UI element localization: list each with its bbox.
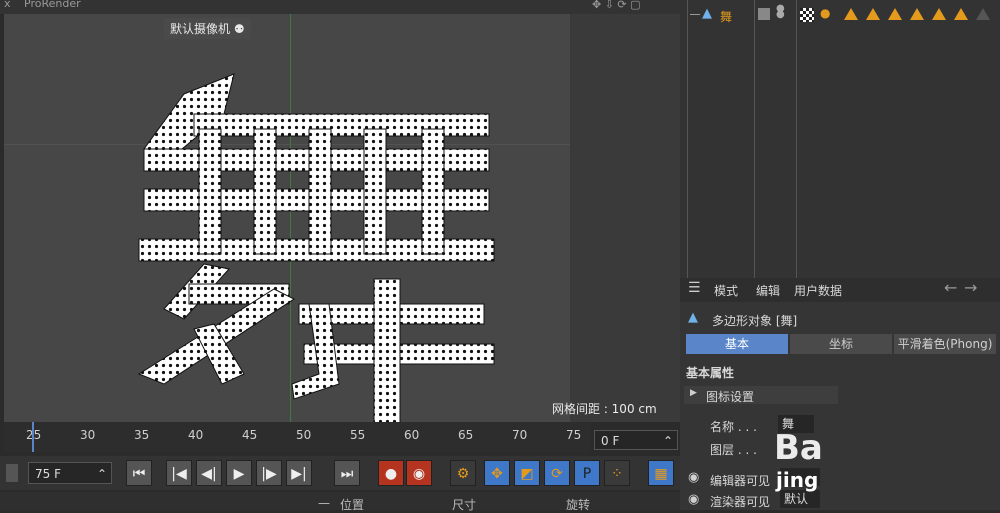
timeline-tick: 50: [296, 428, 312, 442]
material-tag-icon[interactable]: ●: [820, 6, 830, 20]
coordinate-manager-header: — 位置 尺寸 旋转: [0, 492, 680, 512]
autokey-button[interactable]: ◉: [406, 460, 432, 486]
timeline-tick: 75: [566, 428, 582, 442]
position-header: 位置: [340, 498, 365, 512]
render-visible-label: 渲染器可见: [710, 495, 771, 509]
menu-edit[interactable]: 编辑: [756, 282, 780, 299]
back-arrow-icon[interactable]: ←: [944, 278, 957, 297]
object-type-title: 多边形对象 [舞]: [712, 314, 798, 328]
timeline-handle[interactable]: [6, 464, 18, 482]
move-key-icon[interactable]: ✥: [484, 460, 510, 486]
record-button[interactable]: ●: [378, 460, 404, 486]
watermark-text: jing: [776, 468, 819, 492]
previous-frame-button[interactable]: ◀|: [196, 460, 222, 486]
attribute-menu-bar: ☰ 模式 编辑 用户数据 ← →: [680, 278, 1000, 302]
polygon-selection-tag-icon[interactable]: [844, 8, 858, 20]
end-frame-field[interactable]: 75 F ⌃: [28, 462, 112, 484]
name-label: 名称 . . .: [710, 420, 757, 434]
rotate-key-icon[interactable]: ⟳: [544, 460, 570, 486]
view-nav-icons[interactable]: ✥ ⇩ ⟳ ▢: [592, 0, 641, 11]
section-heading: 基本属性: [686, 366, 735, 380]
timeline-tick: 45: [242, 428, 258, 442]
polygon-selection-tag-icon[interactable]: [910, 8, 924, 20]
divider: [754, 0, 755, 278]
texture-tag-icon[interactable]: [800, 8, 814, 22]
playhead[interactable]: [32, 422, 34, 452]
viewport-header: x ProRender ✥ ⇩ ⟳ ▢: [0, 0, 680, 14]
divider: [687, 0, 688, 278]
tree-line: [690, 14, 700, 15]
camera-label[interactable]: 默认摄像机 ⚉: [164, 18, 251, 39]
icon-settings-label: 图标设置: [706, 390, 755, 404]
timeline-tick: 55: [350, 428, 366, 442]
polygon-selection-tag-icon[interactable]: [976, 8, 990, 20]
menu-user-data[interactable]: 用户数据: [794, 282, 842, 299]
dash-icon: —: [318, 496, 330, 510]
polygon-object-icon: ▲: [688, 310, 698, 325]
polygon-object-icon: ▲: [702, 6, 712, 21]
next-frame-button[interactable]: |▶: [256, 460, 282, 486]
grid-spacing-label: 网格间距 : 100 cm: [552, 402, 657, 416]
divider: [796, 0, 797, 278]
viewport-title: ProRender: [24, 0, 81, 10]
go-to-start-button[interactable]: ⏮: [126, 460, 152, 486]
close-icon[interactable]: x: [4, 0, 11, 10]
current-frame-field[interactable]: 0 F ⌃: [594, 430, 678, 450]
timeline-window-icon[interactable]: ▦: [648, 460, 674, 486]
timeline-tick: 35: [134, 428, 150, 442]
timeline-ruler[interactable]: 25 30 35 40 45 50 55 60 65 70 75: [4, 422, 590, 452]
object-manager: ▲ 舞 ● ● ●: [680, 0, 1000, 278]
rotation-header: 旋转: [566, 498, 591, 512]
radio-icon[interactable]: ◉: [688, 470, 699, 485]
tab-basic[interactable]: 基本: [686, 334, 788, 354]
timeline-tick: 30: [80, 428, 96, 442]
timeline-tick: 40: [188, 428, 204, 442]
editor-visible-label: 编辑器可见: [710, 474, 771, 488]
play-button[interactable]: ▶: [226, 460, 252, 486]
menu-mode[interactable]: 模式: [714, 282, 738, 299]
hamburger-icon[interactable]: ☰: [688, 280, 701, 296]
layer-label: 图层 . . .: [710, 443, 757, 457]
render-visible-select[interactable]: 默认: [780, 490, 820, 508]
object-name[interactable]: 舞: [720, 8, 732, 25]
size-header: 尺寸: [452, 498, 477, 512]
polygon-selection-tag-icon[interactable]: [888, 8, 902, 20]
polygon-selection-tag-icon[interactable]: [954, 8, 968, 20]
attribute-manager: ☰ 模式 编辑 用户数据 ← → ▲ 多边形对象 [舞] 基本 坐标 平滑着色(…: [680, 278, 1000, 510]
tab-coordinates[interactable]: 坐标: [790, 334, 892, 354]
viewport-background-region: [570, 14, 680, 422]
point-level-icon[interactable]: ⁘: [604, 460, 630, 486]
layer-icon[interactable]: [758, 8, 770, 20]
keyframe-selection-icon[interactable]: ⚙: [450, 460, 476, 486]
parameter-key-icon[interactable]: P: [574, 460, 600, 486]
previous-key-button[interactable]: |◀: [166, 460, 192, 486]
polygon-selection-tag-icon[interactable]: [866, 8, 880, 20]
timeline-tick: 65: [458, 428, 474, 442]
next-key-button[interactable]: ▶|: [286, 460, 312, 486]
dotted-text-object[interactable]: [104, 54, 524, 422]
watermark-logo: Ba: [774, 428, 823, 468]
icon-settings-row[interactable]: ▶ 图标设置: [684, 386, 838, 404]
expand-arrow-icon: ▶: [690, 388, 697, 398]
forward-arrow-icon[interactable]: →: [964, 278, 977, 297]
tab-phong[interactable]: 平滑着色(Phong): [894, 334, 996, 354]
camera-icon: ⚉: [230, 22, 245, 36]
go-to-end-button[interactable]: ⏭: [334, 460, 360, 486]
timeline-tick: 70: [512, 428, 528, 442]
radio-icon[interactable]: ◉: [688, 492, 699, 507]
visibility-dots[interactable]: ● ●: [776, 4, 785, 20]
polygon-selection-tag-icon[interactable]: [932, 8, 946, 20]
3d-viewport[interactable]: 默认摄像机 ⚉ 网格间距 : 100 cm: [4, 14, 680, 422]
scale-key-icon[interactable]: ◩: [514, 460, 540, 486]
timeline-tick: 60: [404, 428, 420, 442]
